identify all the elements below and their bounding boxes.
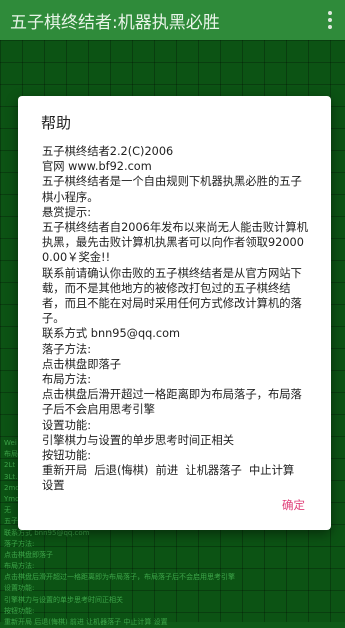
app-title: 五子棋终结者:机器执黑必胜 [10, 12, 220, 33]
app-bar: 五子棋终结者:机器执黑必胜 [0, 0, 345, 40]
background-text-line: 引擎棋力与设置的单步思考时间正相关 [4, 595, 123, 604]
background-text-line: 布局方法: [4, 562, 35, 571]
background-text-line: 落子方法: [4, 539, 35, 548]
overflow-menu-icon[interactable] [319, 7, 341, 33]
help-dialog: 帮助 五子棋终结者2.2(C)2006 官网 www.bf92.com 五子棋终… [18, 96, 331, 530]
background-text-line: 按钮功能: [4, 606, 35, 615]
dialog-title: 帮助 [41, 114, 72, 132]
ok-button[interactable]: 确定 [276, 491, 311, 519]
dialog-message: 五子棋终结者2.2(C)2006 官网 www.bf92.com 五子棋终结者是… [42, 145, 308, 493]
background-text-line: 点击棋盘即落子 [4, 550, 53, 559]
background-text-line: 重新开局 后退(悔棋) 前进 让机器落子 中止计算 设置 [4, 618, 168, 626]
background-text-line: 设置功能: [4, 584, 35, 593]
background-text-line: 点击棋盘后滑开超过一格距离即为布局落子，布局落子后不会启用思考引擎 [4, 573, 235, 582]
